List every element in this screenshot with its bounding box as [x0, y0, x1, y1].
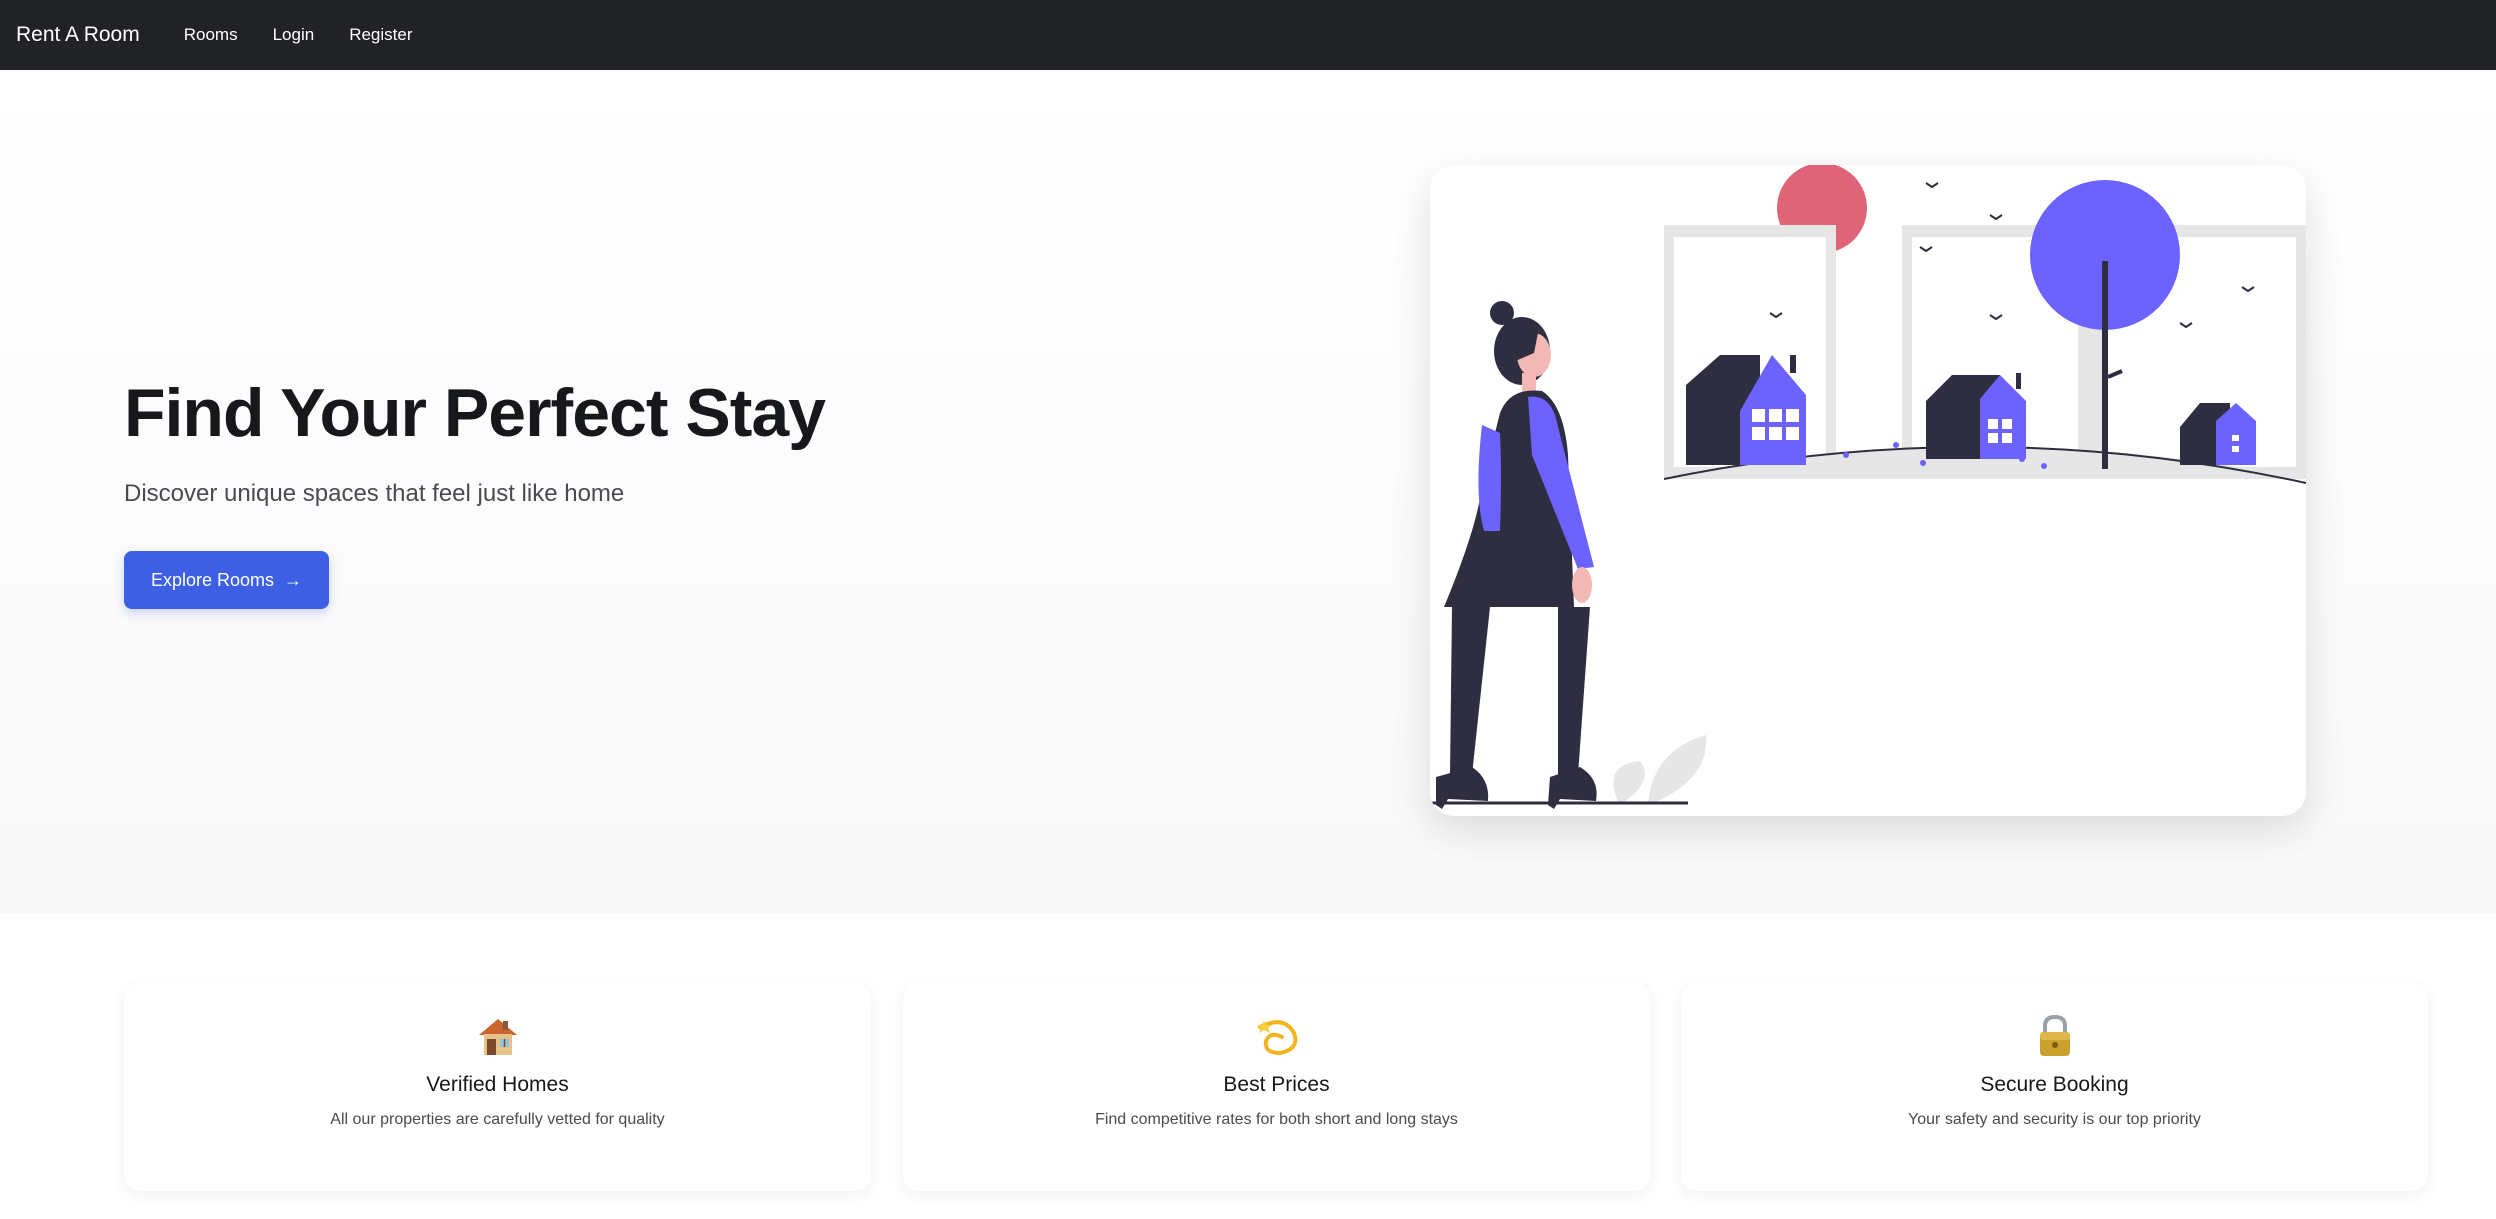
hero-illustration	[1430, 165, 2306, 816]
features-section: Verified Homes All our properties are ca…	[0, 913, 2496, 1219]
feature-description: Find competitive rates for both short an…	[1095, 1111, 1458, 1128]
hero-section: Find Your Perfect Stay Discover unique s…	[0, 70, 2496, 913]
feature-description: Your safety and security is our top prio…	[1908, 1111, 2201, 1128]
nav-link-rooms[interactable]: Rooms	[184, 25, 238, 45]
hero-title: Find Your Perfect Stay	[124, 375, 826, 451]
feature-card-verified-homes: Verified Homes All our properties are ca…	[124, 983, 871, 1191]
feature-card-secure-booking: Secure Booking Your safety and security …	[1681, 983, 2428, 1191]
house-icon	[475, 1013, 521, 1059]
explore-rooms-label: Explore Rooms	[150, 569, 275, 590]
nav-link-login[interactable]: Login	[273, 25, 315, 45]
feature-card-best-prices: Best Prices Find competitive rates for b…	[903, 983, 1650, 1191]
arrow-right-icon: →	[284, 569, 303, 590]
explore-rooms-button[interactable]: Explore Rooms →	[124, 551, 329, 609]
feature-title: Best Prices	[1223, 1073, 1330, 1096]
feature-title: Verified Homes	[426, 1073, 569, 1096]
navbar: Rent A Room Rooms Login Register	[0, 0, 2496, 70]
dizzy-icon	[1254, 1013, 1300, 1059]
hero-subtitle: Discover unique spaces that feel just li…	[124, 480, 625, 507]
feature-description: All our properties are carefully vetted …	[330, 1111, 665, 1128]
nav-link-register[interactable]: Register	[349, 25, 412, 45]
brand-link[interactable]: Rent A Room	[16, 23, 140, 47]
lock-icon	[2032, 1013, 2078, 1059]
feature-title: Secure Booking	[1980, 1073, 2129, 1096]
